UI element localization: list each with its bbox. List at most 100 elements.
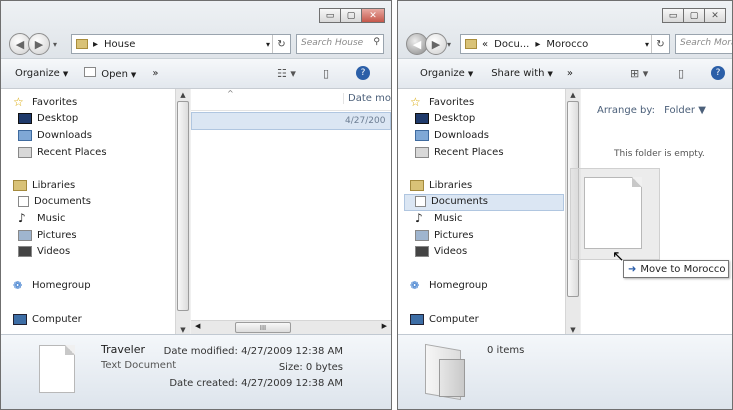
date-modified-column[interactable]: Date mo <box>343 93 391 104</box>
breadcrumb-house[interactable]: House <box>104 39 135 50</box>
recent-places-icon <box>18 147 32 158</box>
minimize-button[interactable]: ▭ <box>662 8 684 23</box>
nav-label: Desktop <box>434 113 476 124</box>
nav-label: Homegroup <box>32 280 91 291</box>
address-dropdown-icon[interactable]: ▾ <box>645 40 649 49</box>
forward-button[interactable]: ▶ <box>28 33 50 55</box>
maximize-button[interactable]: ▢ <box>340 8 362 23</box>
breadcrumb-overflow[interactable]: « <box>482 39 488 50</box>
nav-videos[interactable]: Videos <box>415 246 467 257</box>
preview-pane-icon[interactable]: ▯ <box>323 67 329 80</box>
command-bar: Organize ▼ Share with ▼ » ⊞ ▾ ▯ ? <box>398 59 732 89</box>
nav-homegroup[interactable]: ❁ Homegroup <box>13 280 91 291</box>
search-icon[interactable]: ⚲ <box>373 37 380 47</box>
scroll-left-arrow[interactable]: ◀ <box>195 322 200 330</box>
nav-pictures[interactable]: Pictures <box>18 230 77 241</box>
details-date-modified: Date modified: 4/27/2009 12:38 AM <box>163 346 343 357</box>
details-size: Size: 0 bytes <box>278 362 343 373</box>
recent-places-icon <box>415 147 429 158</box>
videos-icon <box>18 246 32 257</box>
scroll-down-arrow[interactable]: ▼ <box>566 326 580 334</box>
address-bar[interactable]: ▸ House ▾ ↻ <box>71 34 291 54</box>
preview-pane-icon[interactable]: ▯ <box>678 67 684 80</box>
explorer-window-morocco: ▭ ▢ ✕ ◀ ▶ ▾ « Docu... ▸ Morocco ▾ ↻ Sear… <box>397 0 733 410</box>
scroll-thumb[interactable] <box>177 101 189 311</box>
nav-pictures[interactable]: Pictures <box>415 230 474 241</box>
open-label: Open <box>101 69 128 80</box>
minimize-button[interactable]: ▭ <box>319 8 341 23</box>
nav-libraries[interactable]: Libraries <box>13 180 75 191</box>
refresh-icon[interactable]: ↻ <box>272 35 290 53</box>
view-icon[interactable]: ☷ ▾ <box>277 67 296 80</box>
nav-label: Libraries <box>429 180 473 191</box>
more-commands-button[interactable]: » <box>152 68 158 79</box>
nav-desktop[interactable]: Desktop <box>415 113 475 124</box>
organize-button[interactable]: Organize ▼ <box>420 68 473 79</box>
recent-pages-dropdown[interactable]: ▾ <box>447 40 451 49</box>
nav-label: Downloads <box>37 130 92 141</box>
file-row-selected[interactable]: 4/27/200 <box>191 112 391 130</box>
star-icon: ☆ <box>410 95 421 109</box>
nav-computer[interactable]: Computer <box>13 314 82 325</box>
maximize-button[interactable]: ▢ <box>683 8 705 23</box>
nav-documents[interactable]: Documents <box>415 196 488 207</box>
nav-music[interactable]: ♪ Music <box>415 212 462 224</box>
scroll-right-arrow[interactable]: ▶ <box>382 322 387 330</box>
address-bar[interactable]: « Docu... ▸ Morocco ▾ ↻ <box>460 34 670 54</box>
nav-label: Music <box>37 213 66 224</box>
nav-music[interactable]: ♪ Music <box>18 212 66 224</box>
text-document-icon <box>39 345 75 393</box>
nav-homegroup[interactable]: ❁ Homegroup <box>410 280 488 291</box>
nav-documents[interactable]: Documents <box>18 196 91 207</box>
navigation-pane: ☆ Favorites Desktop Downloads Recent Plac… <box>398 89 566 334</box>
computer-icon <box>13 314 27 325</box>
arrange-by-dropdown[interactable]: Folder ▼ <box>664 105 706 116</box>
scroll-up-arrow[interactable]: ▲ <box>566 91 580 99</box>
horizontal-scrollbar[interactable]: ◀ III ▶ <box>191 320 391 334</box>
search-input[interactable]: Search Mora... <box>675 34 732 54</box>
close-button[interactable]: ✕ <box>361 8 385 23</box>
details-date-created: Date created: 4/27/2009 12:38 AM <box>169 378 343 389</box>
homegroup-icon: ❁ <box>410 279 420 292</box>
scroll-up-arrow[interactable]: ▲ <box>176 91 190 99</box>
help-icon[interactable]: ? <box>356 66 370 80</box>
nav-scrollbar[interactable]: ▲ ▼ <box>175 89 190 336</box>
more-commands-button[interactable]: » <box>567 68 573 79</box>
hscroll-thumb[interactable]: III <box>235 322 291 333</box>
search-input[interactable]: Search House ⚲ <box>296 34 384 54</box>
dragged-file-icon <box>584 177 642 249</box>
organize-button[interactable]: Organize ▼ <box>15 68 68 79</box>
nav-downloads[interactable]: Downloads <box>18 130 92 141</box>
nav-desktop[interactable]: Desktop <box>18 113 78 124</box>
nav-recent-places[interactable]: Recent Places <box>415 147 504 158</box>
nav-videos[interactable]: Videos <box>18 246 70 257</box>
help-icon[interactable]: ? <box>711 66 725 80</box>
breadcrumb-morocco[interactable]: Morocco <box>546 39 588 50</box>
forward-button[interactable]: ▶ <box>425 33 447 55</box>
nav-favorites[interactable]: ☆ Favorites <box>410 95 474 109</box>
nav-label: Desktop <box>37 113 79 124</box>
star-icon: ☆ <box>13 95 24 109</box>
nav-computer[interactable]: Computer <box>410 314 479 325</box>
recent-pages-dropdown[interactable]: ▾ <box>53 40 57 49</box>
nav-libraries[interactable]: Libraries <box>410 180 472 191</box>
share-with-button[interactable]: Share with ▼ <box>491 68 553 79</box>
breadcrumb-documents[interactable]: Docu... <box>494 39 529 50</box>
open-button[interactable]: Open ▼ <box>84 67 136 80</box>
nav-label: Recent Places <box>434 147 504 158</box>
address-dropdown-icon[interactable]: ▾ <box>266 40 270 49</box>
item-count: 0 items <box>487 345 525 356</box>
nav-recent-places[interactable]: Recent Places <box>18 147 107 158</box>
view-icon[interactable]: ⊞ ▾ <box>630 67 648 80</box>
search-placeholder: Search Mora... <box>680 38 732 48</box>
scroll-down-arrow[interactable]: ▼ <box>176 326 190 334</box>
close-button[interactable]: ✕ <box>704 8 726 23</box>
nav-label: Libraries <box>32 180 76 191</box>
downloads-icon <box>415 130 429 141</box>
nav-favorites[interactable]: ☆ Favorites <box>13 95 78 109</box>
refresh-icon[interactable]: ↻ <box>651 35 669 53</box>
nav-downloads[interactable]: Downloads <box>415 130 489 141</box>
nav-label: Computer <box>32 314 82 325</box>
nav-label: Documents <box>34 196 92 207</box>
nav-label: Favorites <box>32 97 78 108</box>
